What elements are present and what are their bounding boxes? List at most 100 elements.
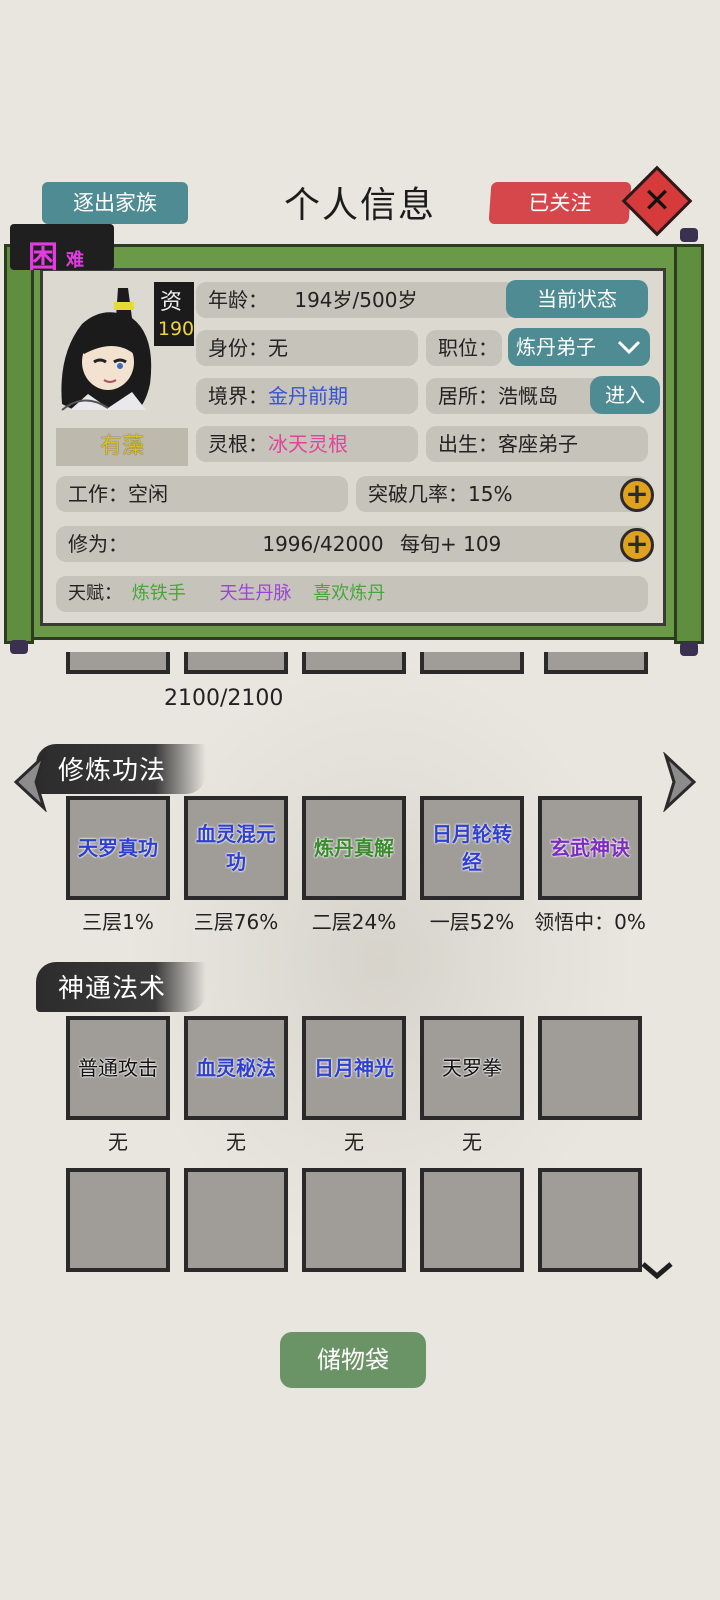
realm-label: 境界： [208,384,268,408]
technique-slot[interactable]: 炼丹真解 [302,796,406,900]
next-page-arrow-icon[interactable] [660,752,700,812]
spirit-root-value: 冰天灵根 [268,432,348,456]
chevron-down-icon [616,328,642,378]
origin-value: 客座弟子 [498,432,578,456]
scroll-rod-right [674,244,704,644]
breakthrough-label: 突破几率： [368,482,468,506]
rod-cap [680,642,698,656]
skill-name: 日月神光 [314,1056,394,1080]
technique-slot[interactable]: 玄武神诀 [538,796,642,900]
rod-cap [680,228,698,242]
technique-progress: 二层24% [311,910,397,934]
technique-name: 玄武神诀 [550,836,630,860]
position-label: 职位： [438,336,498,360]
technique-progress: 一层52% [429,910,515,934]
age-value: 194岁/500岁 [294,288,418,312]
enter-residence-button[interactable]: 进入 [590,376,660,414]
cultivation-rate: 每旬+ 109 [399,532,502,556]
skill-caption: 无 [462,1130,482,1154]
talent-item[interactable]: 炼铁手 [132,583,186,604]
skill-caption: 无 [108,1130,128,1154]
prev-page-arrow-icon[interactable] [10,752,50,812]
cultivation-value: 1996/42000 [262,532,384,556]
breakthrough-field: 突破几率：15% [356,476,648,512]
technique-progress: 三层1% [82,910,154,934]
page-title: 个人信息 [283,185,436,226]
close-x-icon: ✕ [642,181,672,221]
identity-label: 身份： [208,336,268,360]
skill-name: 普通攻击 [78,1056,158,1080]
talent-item[interactable]: 天生丹脉 [219,583,291,604]
skill-slot[interactable]: 日月神光 [302,1016,406,1120]
skill-slot-empty[interactable] [66,1168,170,1272]
residence-label: 居所： [438,384,498,408]
scroll-rod-left [4,244,34,644]
identity-value: 无 [268,336,288,360]
aptitude-value: 190 [157,318,195,340]
expel-from-clan-button[interactable]: 逐出家族 [42,182,188,224]
technique-progress: 领悟中：0% [534,910,646,934]
expand-chevron-icon[interactable] [640,1258,674,1282]
cultivation-field: 修为： 1996/42000 每旬+ 109 [56,526,648,562]
origin-field: 出生：客座弟子 [426,426,648,462]
skill-caption: 无 [226,1130,246,1154]
aptitude-label: 资 [160,290,183,315]
equipment-slot[interactable] [184,652,288,674]
equipment-slot[interactable] [302,652,406,674]
technique-name: 炼丹真解 [314,836,394,860]
breakthrough-plus-icon[interactable]: + [620,478,654,512]
skill-slot[interactable]: 普通攻击 [66,1016,170,1120]
skill-caption: 无 [344,1130,364,1154]
difficulty-main-text: 困 [28,240,58,275]
skill-slot-empty[interactable] [302,1168,406,1272]
skill-name: 天罗拳 [442,1056,502,1080]
technique-slot[interactable]: 日月轮转经 [420,796,524,900]
skill-slot-empty[interactable] [184,1168,288,1272]
character-portrait[interactable] [54,284,166,414]
talent-item[interactable]: 喜欢炼丹 [313,583,385,604]
follow-button[interactable]: 已关注 [488,182,632,224]
character-name: 有藻 [99,434,144,459]
skill-slot[interactable]: 天罗拳 [420,1016,524,1120]
equipment-slot[interactable] [544,652,648,674]
work-field: 工作：空闲 [56,476,348,512]
work-label: 工作： [68,482,128,506]
technique-slot[interactable]: 血灵混元功 [184,796,288,900]
position-value: 炼丹弟子 [516,335,596,359]
techniques-title: 修炼功法 [58,756,167,786]
breakthrough-value: 15% [468,482,513,506]
skill-name: 血灵秘法 [196,1056,276,1080]
spirit-root-label: 灵根： [208,432,268,456]
talent-field: 天赋： 炼铁手 天生丹脉 喜欢炼丹 [56,576,648,612]
origin-label: 出生： [438,432,498,456]
equipment-slot[interactable] [66,652,170,674]
equipment-slot[interactable] [420,652,524,674]
skill-slot-empty[interactable] [538,1168,642,1272]
technique-progress: 三层76% [193,910,279,934]
cultivation-plus-icon[interactable]: + [620,528,654,562]
work-value: 空闲 [128,482,168,506]
skill-slot[interactable]: 血灵秘法 [184,1016,288,1120]
storage-bag-button[interactable]: 储物袋 [280,1332,426,1388]
cultivation-label: 修为： [68,532,128,556]
realm-value: 金丹前期 [268,384,348,408]
talent-label: 天赋： [68,583,122,604]
rod-cap [10,640,28,654]
identity-field: 身份：无 [196,330,418,366]
realm-field: 境界：金丹前期 [196,378,418,414]
technique-slot[interactable]: 天罗真功 [66,796,170,900]
difficulty-sub-text: 难 [66,250,84,271]
position-dropdown[interactable]: 炼丹弟子 [508,328,650,366]
spirit-root-field: 灵根：冰天灵根 [196,426,418,462]
skill-slot-empty[interactable] [538,1016,642,1120]
character-name-plate: 有藻 [56,428,188,466]
technique-name: 日月轮转经 [432,822,512,874]
age-field: 年龄： 194岁/500岁 [196,282,516,318]
age-label: 年龄： [208,288,268,312]
residence-value: 浩慨岛 [498,384,558,408]
skill-slot-empty[interactable] [420,1168,524,1272]
position-field: 职位： [426,330,502,366]
equipment-durability-caption: 2100/2100 [164,686,284,711]
technique-name: 血灵混元功 [196,822,276,874]
current-status-button[interactable]: 当前状态 [506,280,648,318]
